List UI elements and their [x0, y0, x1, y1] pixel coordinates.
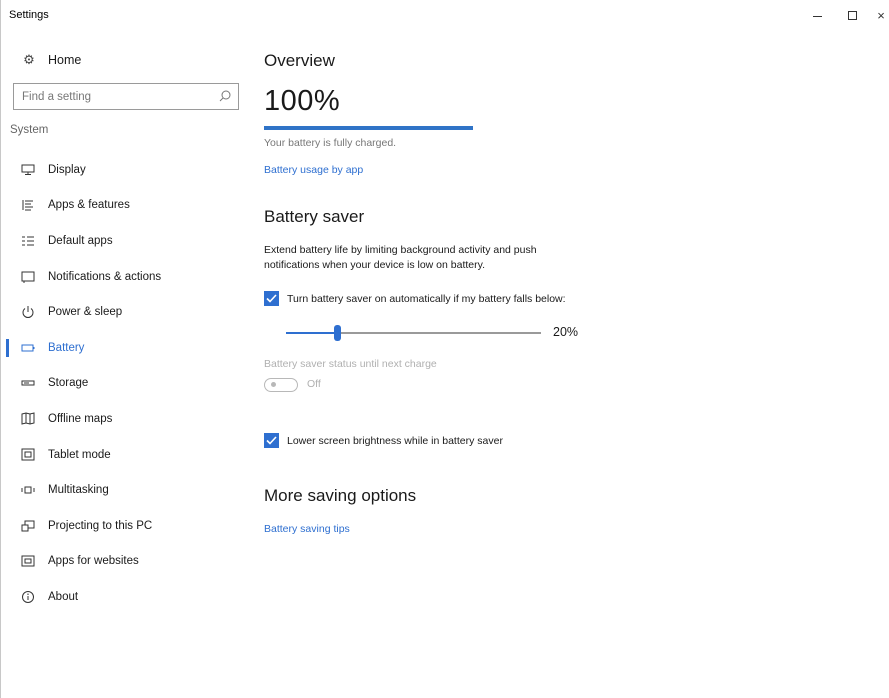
home-nav-item[interactable]: ⚙ Home: [20, 51, 81, 69]
sidebar-item-label: Apps & features: [48, 199, 130, 212]
sidebar-item-label: Tablet mode: [48, 448, 111, 461]
sidebar-item-label: Offline maps: [48, 412, 113, 425]
web-apps-icon: [20, 554, 36, 568]
maximize-icon: [847, 11, 857, 21]
sidebar-item-label: Power & sleep: [48, 306, 123, 319]
minimize-icon: [812, 16, 822, 18]
active-indicator: [6, 338, 9, 357]
sidebar-item-label: Default apps: [48, 234, 113, 247]
monitor-icon: [20, 163, 36, 177]
battery-saving-tips-link[interactable]: Battery saving tips: [264, 523, 350, 535]
battery-threshold-slider[interactable]: [286, 325, 541, 341]
default-apps-icon: [20, 234, 36, 248]
sidebar-item-apps-features[interactable]: Apps & features: [1, 188, 251, 224]
auto-battery-saver-label: Turn battery saver on automatically if m…: [287, 292, 566, 305]
multitasking-icon: [20, 483, 36, 497]
minimize-button[interactable]: [800, 0, 834, 32]
settings-window: Settings × ⚙ Home System Display: [0, 0, 889, 698]
overview-heading: Overview: [264, 51, 335, 70]
sidebar-item-label: Apps for websites: [48, 555, 139, 568]
sidebar-item-label: Storage: [48, 377, 89, 390]
close-button[interactable]: ×: [864, 0, 889, 32]
sidebar-item-tablet-mode[interactable]: Tablet mode: [1, 437, 251, 473]
sidebar-item-label: Battery: [48, 341, 85, 354]
battery-progress-fill: [264, 126, 473, 130]
search-input[interactable]: [14, 84, 204, 109]
power-icon: [20, 305, 36, 319]
battery-usage-link[interactable]: Battery usage by app: [264, 164, 363, 176]
slider-filled-track: [286, 332, 337, 334]
sidebar-item-projecting[interactable]: Projecting to this PC: [1, 508, 251, 544]
battery-saver-toggle-label: Off: [307, 378, 321, 390]
sidebar-item-label: Display: [48, 163, 86, 176]
sidebar-item-apps-for-websites[interactable]: Apps for websites: [1, 544, 251, 580]
projecting-icon: [20, 519, 36, 533]
battery-status-text: Your battery is fully charged.: [264, 137, 397, 149]
battery-saver-description: Extend battery life by limiting backgrou…: [264, 244, 537, 271]
close-icon: ×: [877, 8, 885, 23]
title-bar: Settings ×: [1, 0, 889, 32]
more-saving-heading: More saving options: [264, 486, 417, 505]
auto-battery-saver-row[interactable]: Turn battery saver on automatically if m…: [264, 291, 566, 306]
search-box[interactable]: [13, 83, 239, 110]
checkmark-icon: [266, 436, 277, 445]
slider-thumb[interactable]: [334, 325, 341, 341]
info-icon: [20, 590, 36, 604]
sidebar-item-about[interactable]: About: [1, 579, 251, 615]
search-icon[interactable]: [218, 89, 232, 103]
toggle-knob: [271, 382, 276, 387]
tablet-icon: [20, 448, 36, 462]
battery-percent: 100%: [264, 85, 341, 117]
auto-battery-saver-checkbox[interactable]: [264, 291, 279, 306]
lower-brightness-checkbox[interactable]: [264, 433, 279, 448]
sidebar-item-battery[interactable]: Battery: [1, 330, 251, 366]
sidebar-nav: Display Apps & features Default apps Not…: [1, 152, 251, 615]
notification-icon: [20, 270, 36, 284]
gear-icon: ⚙: [23, 52, 35, 67]
sidebar-item-default-apps[interactable]: Default apps: [1, 223, 251, 259]
lower-brightness-label: Lower screen brightness while in battery…: [287, 434, 503, 447]
sidebar-item-power-sleep[interactable]: Power & sleep: [1, 294, 251, 330]
battery-saver-toggle[interactable]: [264, 378, 298, 392]
battery-progress-bar: [264, 126, 473, 130]
sidebar-item-label: Multitasking: [48, 484, 109, 497]
section-label-system: System: [10, 124, 49, 136]
sidebar: ⚙ Home System Display Apps & feat: [1, 40, 251, 690]
sidebar-item-multitasking[interactable]: Multitasking: [1, 472, 251, 508]
battery-saver-status-label: Battery saver status until next charge: [264, 358, 437, 370]
battery-threshold-value: 20%: [553, 325, 579, 339]
home-label: Home: [48, 53, 82, 67]
sidebar-item-storage[interactable]: Storage: [1, 366, 251, 402]
sidebar-item-label: About: [48, 590, 79, 603]
map-icon: [20, 412, 36, 426]
battery-saver-heading: Battery saver: [264, 207, 365, 226]
sidebar-item-label: Projecting to this PC: [48, 519, 153, 532]
sidebar-item-label: Notifications & actions: [48, 270, 162, 283]
sidebar-item-notifications[interactable]: Notifications & actions: [1, 259, 251, 295]
checkmark-icon: [266, 294, 277, 303]
lower-brightness-row[interactable]: Lower screen brightness while in battery…: [264, 433, 503, 448]
battery-icon: [20, 341, 36, 355]
storage-icon: [20, 376, 36, 390]
sidebar-item-offline-maps[interactable]: Offline maps: [1, 401, 251, 437]
sidebar-item-display[interactable]: Display: [1, 152, 251, 188]
window-title: Settings: [9, 9, 49, 21]
list-icon: [20, 198, 36, 212]
